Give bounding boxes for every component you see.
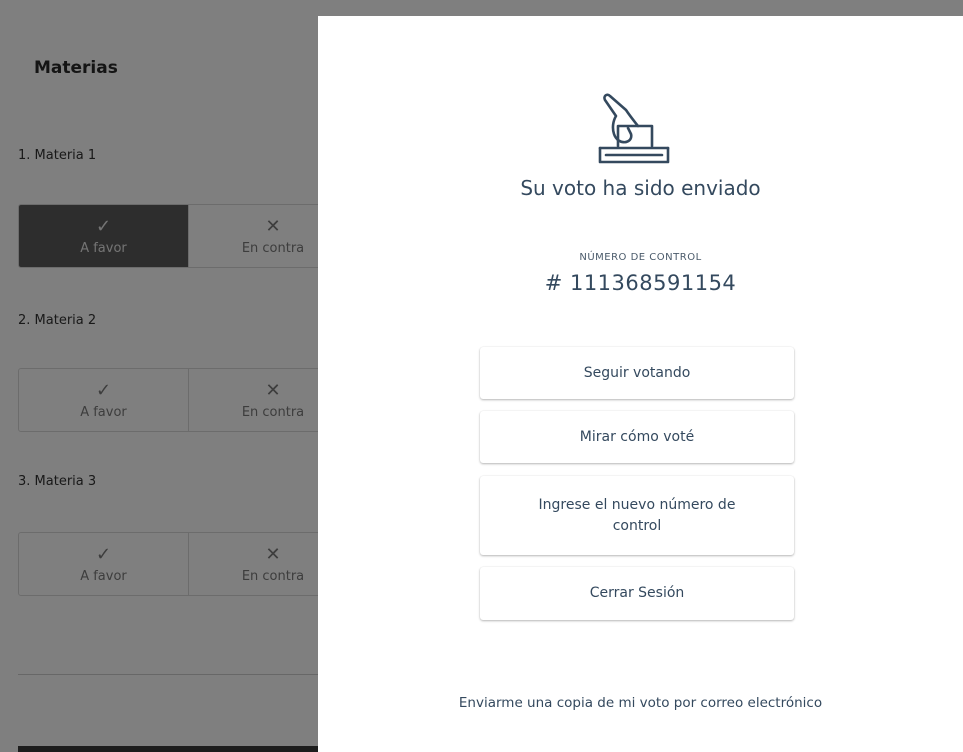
review-vote-button[interactable]: Mirar cómo voté xyxy=(480,411,794,463)
control-number-label: NÚMERO DE CONTROL xyxy=(579,252,702,263)
continue-voting-button[interactable]: Seguir votando xyxy=(480,347,794,399)
control-number: # 111368591154 xyxy=(544,271,737,295)
vote-sent-modal: Su voto ha sido enviado NÚMERO DE CONTRO… xyxy=(318,16,963,752)
ballot-box-icon xyxy=(598,93,670,164)
modal-heading: Su voto ha sido enviado xyxy=(520,176,761,200)
new-control-number-button[interactable]: Ingrese el nuevo número de control xyxy=(480,476,794,555)
email-copy-link[interactable]: Enviarme una copia de mi voto por correo… xyxy=(318,695,963,711)
logout-button[interactable]: Cerrar Sesión xyxy=(480,567,794,620)
